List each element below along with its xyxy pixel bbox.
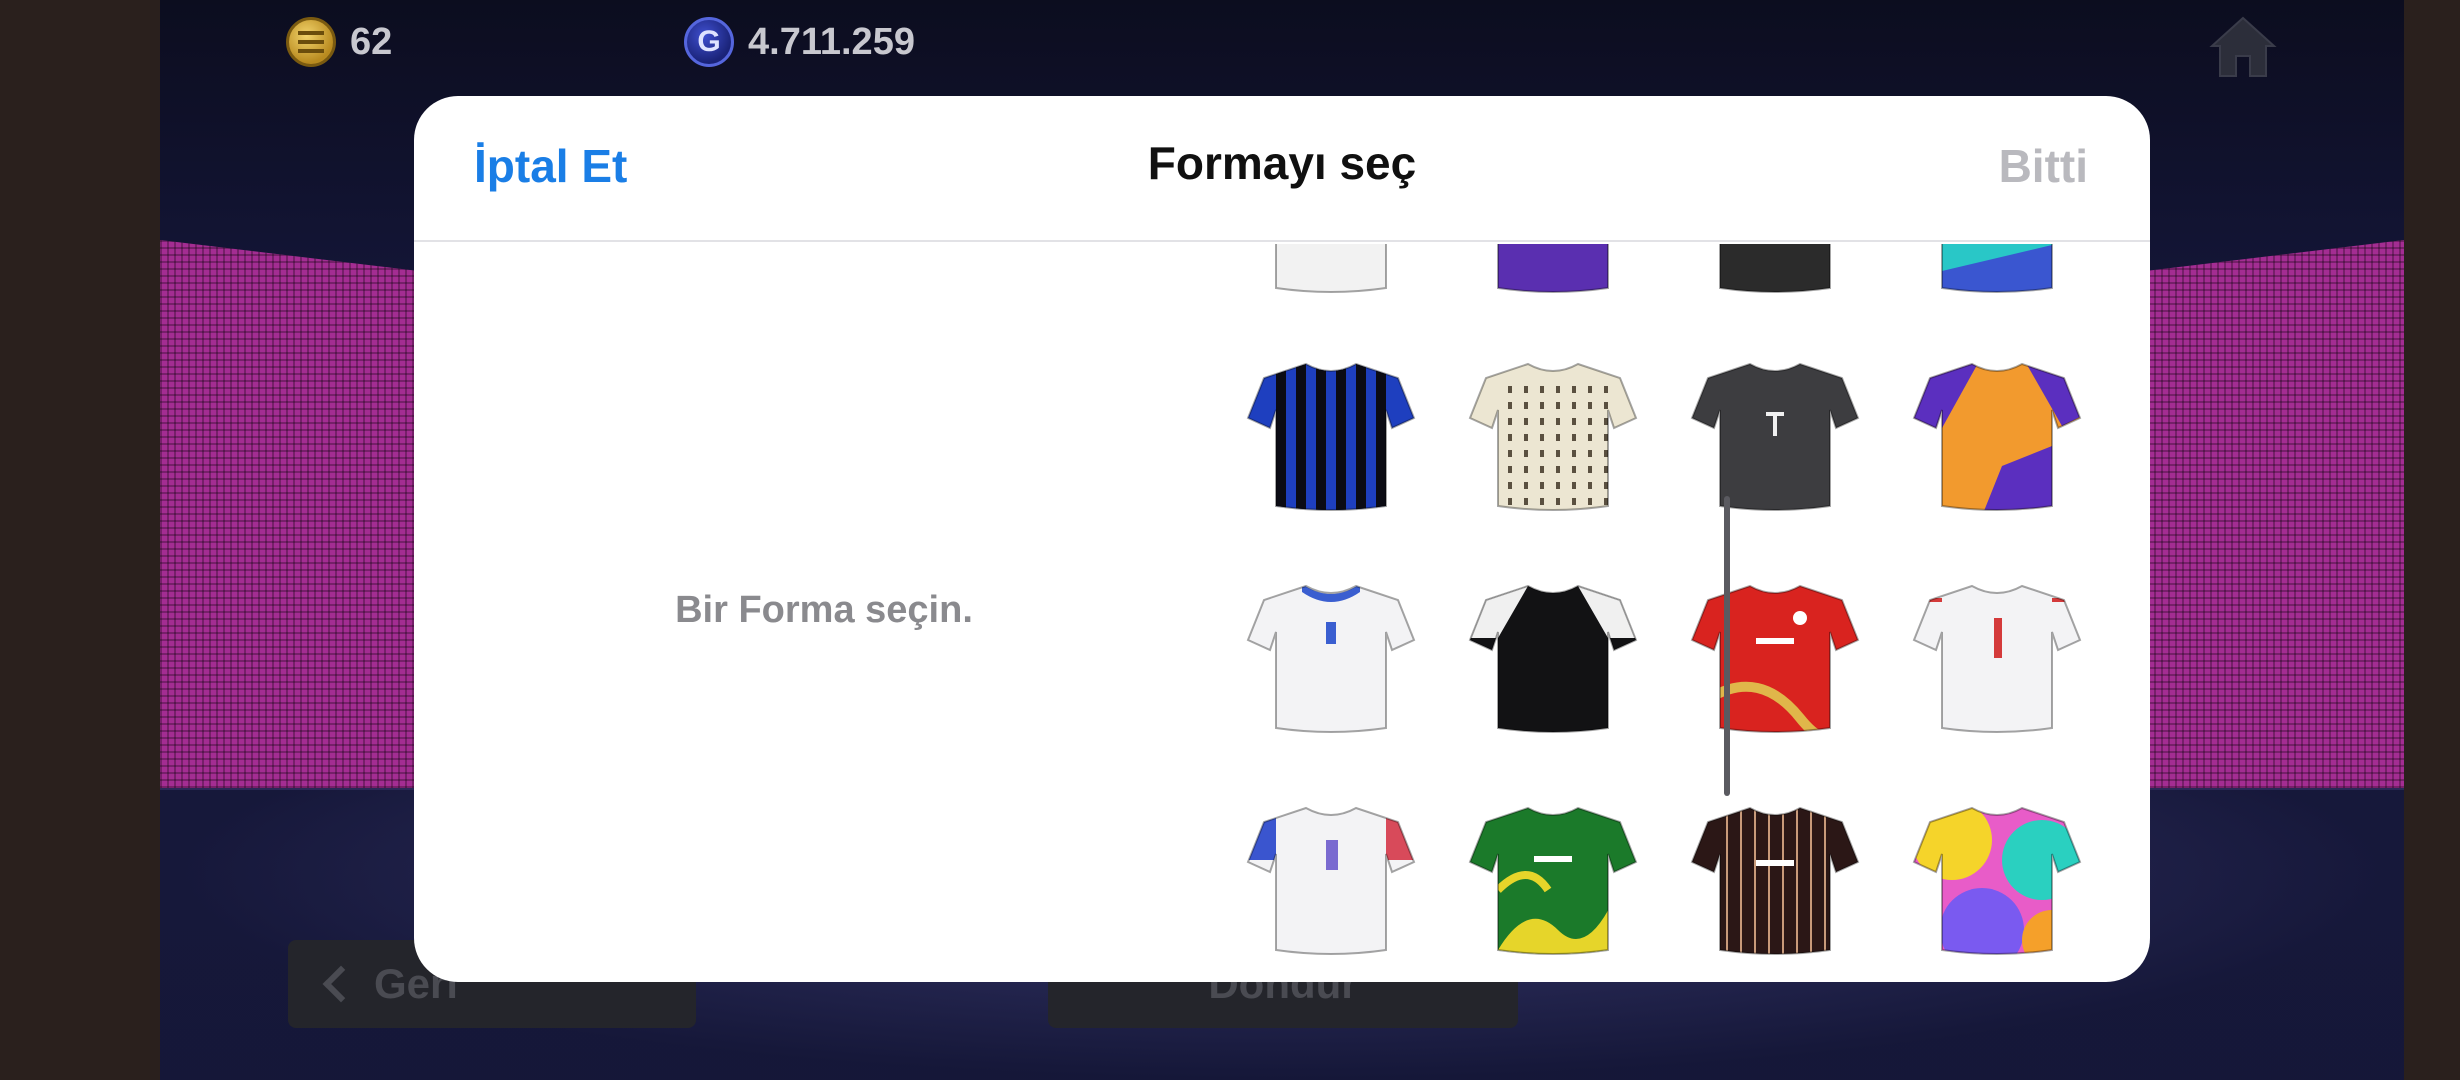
game-screen: 62 G 4.711.259 Geri Döndür İptal Et Form… [0,0,2460,1080]
jersey-icon [1692,244,1858,293]
chevron-left-icon [322,965,360,1003]
jersey-icon [1470,244,1636,293]
gp-glyph: G [697,25,721,58]
kit-preview-panel: Bir Forma seçin. [414,244,1234,982]
jersey-icon [1468,362,1638,511]
jersey-icon [1468,806,1638,955]
kit-grid[interactable] [1234,244,2150,982]
jersey-icon [1912,806,2082,955]
gp-value: 4.711.259 [748,20,915,63]
coins-counter: 62 [286,14,392,70]
jersey-icon [1248,244,1414,293]
gp-icon: G [684,17,734,67]
kit-option-white-navy-sleeves[interactable] [1246,244,1416,298]
empty-selection-message: Bir Forma seçin. [675,588,973,631]
kit-grid-scrollbar[interactable] [1724,496,1730,796]
kit-option-black-white-shoulders[interactable] [1468,578,1638,738]
jersey-icon [1690,806,1860,955]
kit-option-blue-black-stripes[interactable] [1246,356,1416,516]
kit-option-white-blue-collar[interactable] [1246,578,1416,738]
jersey-icon [1246,806,1416,955]
dialog-title: Formayı seç [1147,137,1417,189]
jersey-icon [1914,244,2080,293]
kit-option-black[interactable] [1690,244,1860,298]
kit-option-white-red[interactable] [1912,578,2082,738]
done-button[interactable]: Bitti [1999,136,2088,196]
dialog-header: İptal Et Formayı seç Bitti [414,96,2150,242]
kit-option-green-yellow[interactable] [1468,800,1638,960]
jersey-icon [1690,584,1860,733]
kit-option-purple[interactable] [1468,244,1638,298]
kit-option-dark-brown-pinstripe[interactable] [1690,800,1860,960]
kit-option-cream-pattern[interactable] [1468,356,1638,516]
kit-option-tie-dye[interactable] [1912,800,2082,960]
kit-option-dark-gray[interactable] [1690,356,1860,516]
kit-option-red-gold[interactable] [1690,578,1860,738]
jersey-icon [1912,362,2082,511]
kit-option-teal-blue[interactable] [1912,244,2082,298]
jersey-icon [1246,584,1416,733]
home-icon[interactable] [2208,14,2278,78]
jersey-icon [1912,584,2082,733]
coins-value: 62 [350,20,393,63]
kit-select-dialog: İptal Et Formayı seç Bitti Bir Forma seç… [414,96,2150,982]
kit-option-white-blue-red-sleeves[interactable] [1246,800,1416,960]
gp-counter: G 4.711.259 [684,14,915,70]
efootball-coin-icon [286,17,336,67]
jersey-icon [1246,362,1416,511]
kit-option-orange-purple[interactable] [1912,356,2082,516]
jersey-icon [1690,362,1860,511]
jersey-icon [1468,584,1638,733]
